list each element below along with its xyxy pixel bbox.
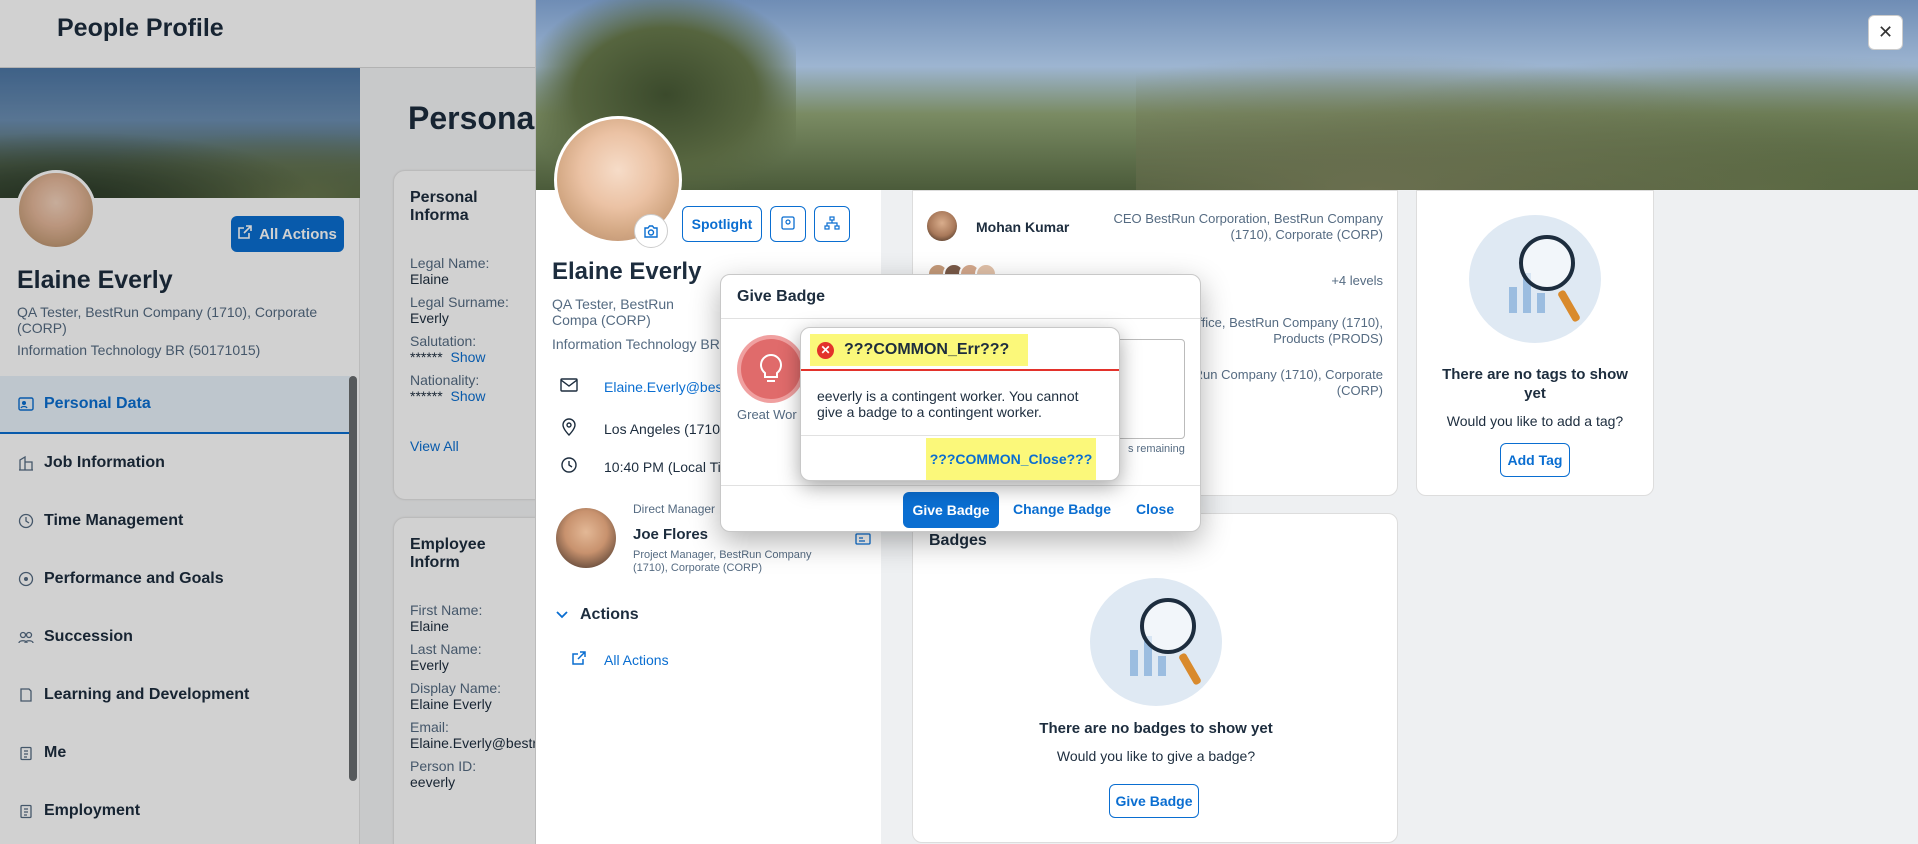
levels-count[interactable]: +4 levels [1273, 273, 1383, 288]
empty-title: There are no badges to show yet [1039, 720, 1273, 737]
magnifier-lens [1519, 235, 1575, 291]
clock-icon [560, 456, 578, 477]
illustration-bar [1130, 650, 1138, 676]
illustration-bar [1537, 293, 1545, 313]
card-title: Badges [929, 532, 987, 549]
characters-remaining: s remaining [1128, 443, 1185, 455]
employee-department: Information Technology BR [552, 336, 720, 352]
error-dialog-header: ✕ ???COMMON_Err??? [801, 328, 1119, 371]
empty-search-illustration [1090, 578, 1222, 706]
contact-card-icon[interactable] [855, 532, 871, 550]
empty-title: There are no tags to show yet [1442, 366, 1628, 402]
close-icon[interactable]: ✕ [1868, 15, 1903, 50]
empty-subtitle: Would you like to give a badge? [1056, 748, 1256, 764]
all-actions-label: All Actions [604, 651, 669, 668]
email-link[interactable]: Elaine.Everly@bes [604, 379, 723, 395]
magnifier-handle [1178, 652, 1202, 686]
cover-image [536, 0, 1918, 190]
dialog-title: Give Badge [721, 275, 1200, 319]
error-dialog: ✕ ???COMMON_Err??? eeverly is a continge… [800, 327, 1120, 481]
empty-search-illustration [1469, 215, 1601, 343]
mail-icon [560, 378, 578, 395]
badge-name: Great Wor [737, 407, 797, 422]
avatar[interactable] [927, 211, 957, 241]
give-badge-submit-button[interactable]: Give Badge [903, 492, 999, 528]
email-row: Elaine.Everly@bes [560, 378, 723, 395]
profile-actions: Spotlight [682, 206, 850, 242]
close-button[interactable]: Close [1136, 501, 1174, 517]
tags-card: There are no tags to show yet Would you … [1416, 190, 1654, 496]
profile-card-button[interactable] [770, 206, 806, 242]
error-title-highlight: ✕ ???COMMON_Err??? [810, 334, 1028, 366]
location-text: Los Angeles (1710- [604, 420, 725, 437]
employee-title: QA Tester, BestRun Compa (CORP) [552, 296, 674, 328]
ceo-title: CEO BestRun Corporation, BestRun Company… [1113, 211, 1383, 242]
external-link-icon [572, 651, 586, 668]
chevron-down-icon [556, 606, 568, 624]
employee-name: Elaine Everly [552, 258, 702, 285]
org-chart-icon [824, 215, 840, 233]
error-title: ???COMMON_Err??? [844, 341, 1010, 358]
empty-subtitle: Would you like to add a tag? [1446, 413, 1624, 429]
manager-label: Direct Manager [633, 502, 716, 516]
error-close-button[interactable]: ???COMMON_Close??? [926, 438, 1096, 480]
camera-icon[interactable] [634, 214, 668, 248]
error-icon: ✕ [817, 341, 834, 359]
change-badge-button[interactable]: Change Badge [1013, 501, 1111, 517]
manager-name[interactable]: Joe Flores [633, 526, 708, 543]
magnifier-handle [1557, 289, 1581, 323]
contact-card-icon [781, 215, 795, 233]
illustration-bar [1509, 287, 1517, 313]
magnifier-lens [1140, 598, 1196, 654]
org-chart-button[interactable] [814, 206, 850, 242]
all-actions-link[interactable]: All Actions [572, 651, 669, 668]
give-badge-button[interactable]: Give Badge [1109, 784, 1199, 818]
ceo-name[interactable]: Mohan Kumar [976, 219, 1069, 235]
spotlight-button[interactable]: Spotlight [682, 206, 762, 242]
manager-avatar[interactable] [556, 508, 616, 568]
time-row: 10:40 PM (Local Ti [560, 456, 721, 477]
error-message: eeverly is a contingent worker. You cann… [817, 388, 1079, 420]
badges-card: Badges There are no badges to show yet W… [912, 513, 1398, 843]
illustration-bar [1158, 656, 1166, 676]
location-icon [560, 418, 578, 439]
actions-section-toggle[interactable]: Actions [556, 606, 639, 624]
location-row: Los Angeles (1710- [560, 418, 725, 439]
lightbulb-icon[interactable] [741, 339, 801, 399]
local-time: 10:40 PM (Local Ti [604, 458, 721, 475]
add-tag-button[interactable]: Add Tag [1500, 443, 1570, 477]
actions-heading: Actions [580, 606, 639, 623]
manager-title: Project Manager, BestRun Company (1710),… [633, 549, 812, 574]
